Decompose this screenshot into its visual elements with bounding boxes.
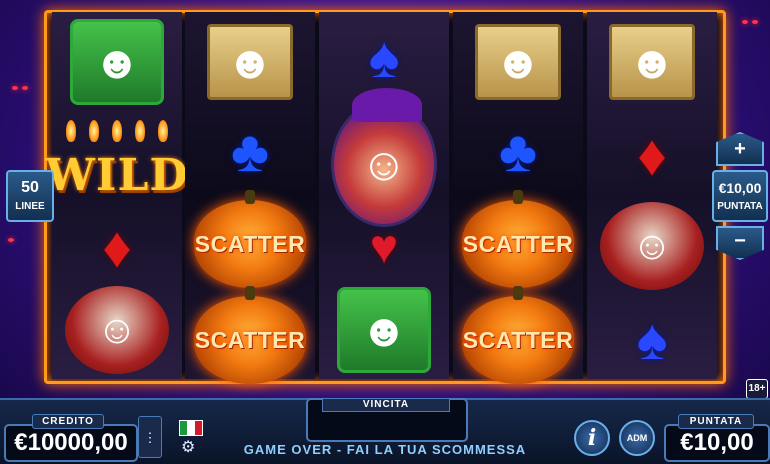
credit-label: CREDITO	[32, 414, 104, 429]
symbol-mummy: ☻	[453, 16, 583, 108]
menu-icon: ⋮	[143, 429, 157, 445]
mummy-icon: ☻	[609, 24, 695, 100]
pumpkin-icon: SCATTER	[462, 286, 574, 384]
reel-2: ☻ ♣ SCATTER SCATTER	[185, 12, 315, 384]
scatter-label: SCATTER	[462, 326, 574, 353]
symbol-vampire: ☺	[52, 284, 182, 376]
italy-flag-icon[interactable]	[179, 420, 203, 436]
symbol-diamond: ♦	[587, 116, 717, 196]
symbol-heart: ♥	[319, 218, 449, 278]
reel-4: ☻ ♣ SCATTER SCATTER	[453, 12, 583, 384]
info-icon: i	[587, 425, 597, 451]
diamond-icon: ♦	[637, 123, 667, 188]
decor-eye	[8, 238, 14, 242]
frankenstein-icon: ☻	[70, 19, 164, 105]
pumpkin-icon: SCATTER	[194, 190, 306, 288]
scatter-label: SCATTER	[194, 230, 306, 257]
reel-3: ♠ ☺ ♥ ☻	[319, 12, 449, 379]
win-label: VINCITA	[322, 398, 450, 412]
frankenstein-icon: ☻	[337, 287, 431, 373]
decor-eye	[752, 20, 758, 24]
status-message: GAME OVER - FAI LA TUA SCOMMESSA	[243, 442, 527, 457]
club-icon: ♣	[230, 119, 270, 184]
symbol-spade: ♠	[319, 20, 449, 96]
symbol-wild: WILD	[45, 116, 188, 212]
spade-icon: ♠	[636, 307, 668, 372]
settings-gear-icon[interactable]: ⚙	[181, 437, 195, 457]
symbol-club: ♣	[453, 112, 583, 192]
decor-eye	[22, 86, 28, 90]
bet-side-label: PUNTATA	[717, 201, 763, 212]
symbol-vampire: ☺	[587, 196, 717, 296]
wild-label: WILD	[45, 149, 189, 201]
diamond-icon: ♦	[102, 215, 132, 280]
bet-value: €10,00	[664, 424, 770, 462]
bet-label: PUNTATA	[678, 414, 754, 429]
heart-icon: ♥	[369, 221, 399, 274]
scatter-label: SCATTER	[194, 326, 306, 353]
witch-icon: ☺	[331, 88, 437, 227]
symbol-diamond: ♦	[52, 212, 182, 284]
lines-value: 50	[21, 179, 39, 196]
symbol-scatter: SCATTER	[453, 190, 583, 296]
symbol-mummy: ☻	[185, 16, 315, 108]
symbol-club: ♣	[185, 112, 315, 192]
symbol-frankenstein: ☻	[319, 284, 449, 376]
symbol-scatter: SCATTER	[185, 286, 315, 392]
vampire-icon: ☺	[65, 286, 169, 374]
symbol-frankenstein: ☻	[52, 16, 182, 108]
candles-icon	[66, 120, 168, 142]
bet-side-value: €10,00	[718, 180, 762, 196]
reel-1: ☻ WILD ♦ ☺	[45, 12, 188, 379]
mummy-icon: ☻	[475, 24, 561, 100]
info-button[interactable]: i	[574, 420, 610, 456]
pumpkin-icon: SCATTER	[462, 190, 574, 288]
mummy-icon: ☻	[207, 24, 293, 100]
symbol-scatter: SCATTER	[453, 286, 583, 392]
age-restriction-badge: 18+	[746, 379, 768, 399]
adm-label: ADM	[626, 433, 648, 443]
pumpkin-icon: SCATTER	[194, 286, 306, 384]
symbol-witch: ☺	[319, 88, 449, 234]
bet-display-side: €10,00 PUNTATA	[712, 170, 768, 222]
spade-icon: ♠	[368, 25, 400, 90]
menu-button[interactable]: ⋮	[138, 416, 162, 458]
club-icon: ♣	[498, 119, 538, 184]
scatter-label: SCATTER	[462, 230, 574, 257]
lines-label: LINEE	[15, 201, 45, 212]
symbol-scatter: SCATTER	[185, 190, 315, 296]
decor-eye	[12, 86, 18, 90]
vampire-icon: ☺	[600, 202, 704, 290]
symbol-mummy: ☻	[587, 16, 717, 108]
symbol-spade: ♠	[587, 302, 717, 378]
reel-5: ☻ ♦ ☺ ♠	[587, 12, 717, 379]
lines-button[interactable]: 50 LINEE	[6, 170, 54, 222]
credit-value: €10000,00	[4, 424, 138, 462]
decor-eye	[742, 20, 748, 24]
adm-logo-icon[interactable]: ADM	[619, 420, 655, 456]
